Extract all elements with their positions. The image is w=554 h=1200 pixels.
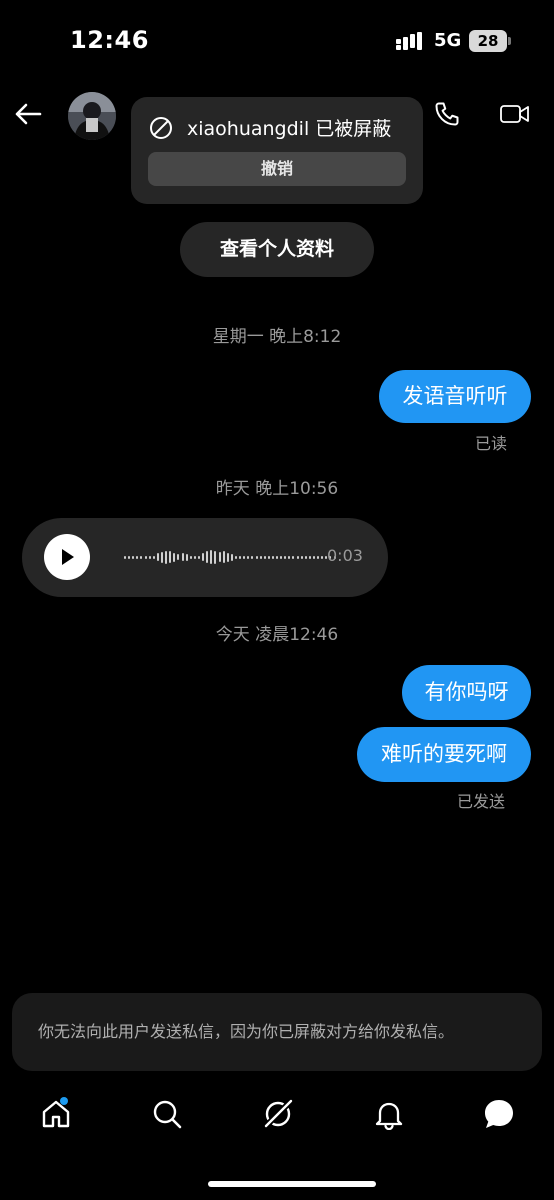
blocked-popup: xiaohuangdil 已被屏蔽 撤销 [131,97,423,204]
waveform-bar [243,555,246,559]
waveform-bar [218,552,221,562]
arrow-left-icon [15,103,42,125]
network-type: 5G [434,30,462,51]
waveform-bar [288,555,291,559]
voice-call-button[interactable] [430,97,464,131]
battery-cap [508,37,511,45]
tab-search[interactable] [147,1094,187,1134]
waveform-bar [267,555,270,559]
tab-notifications[interactable] [369,1094,409,1134]
waveform-bar [304,555,307,559]
back-button[interactable] [12,96,44,132]
video-call-button[interactable] [496,97,534,131]
waveform-bar [206,551,209,563]
view-profile-button[interactable]: 查看个人资料 [180,222,374,277]
blocked-notice: 你无法向此用户发送私信，因为你已屏蔽对方给你发私信。 [12,993,542,1071]
cellular-signal-icon [396,32,422,50]
timestamp: 昨天 晚上10:56 [215,479,339,499]
waveform-bar [292,555,295,559]
waveform-bar [193,555,196,559]
voice-message: 0:03 [22,518,388,597]
message-bubble[interactable]: 难听的要死啊 [357,727,531,782]
notification-dot [60,1097,68,1105]
waveform-bar [263,555,266,559]
waveform-bar [300,555,303,559]
waveform-bar [140,555,143,559]
waveform-bar [136,555,139,559]
waveform-bar [251,555,254,559]
waveform-bar [181,553,184,561]
tab-grok[interactable] [258,1094,298,1134]
sent-receipt: 已发送 [457,792,506,811]
avatar[interactable] [68,92,116,140]
waveform-bar [152,555,155,559]
messages-icon [485,1100,513,1128]
status-bar: 12:46 5G 28 [0,0,554,80]
waveform-bar [202,553,205,561]
play-icon [62,549,74,565]
waveform-bar [210,550,213,564]
message-bubble[interactable]: 发语音听听 [379,370,531,423]
timestamp: 今天 凌晨12:46 [215,625,339,645]
waveform-bar [132,555,135,559]
waveform-bar [280,555,283,559]
waveform-bar [271,555,274,559]
waveform-bar [128,555,131,559]
voice-duration: 0:03 [327,546,363,565]
phone-icon [435,102,459,126]
grok-icon [263,1098,294,1129]
waveform-bar [185,553,188,561]
block-icon [150,117,172,139]
waveform-bar [177,554,180,560]
waveform-bar [165,550,168,564]
waveform-bar [313,555,316,559]
video-camera-icon [500,105,529,123]
waveform-bar [160,551,163,563]
search-icon [153,1100,182,1129]
waveform-bar [156,553,159,561]
timestamp: 星期一 晚上8:12 [212,327,342,347]
tab-home[interactable] [36,1094,76,1134]
read-receipt: 已读 [475,434,508,453]
notifications-bell-icon [375,1102,403,1130]
waveform-bar [222,551,225,563]
voice-waveform[interactable] [124,546,336,568]
waveform-bar [226,552,229,562]
waveform-bar [296,555,299,559]
waveform-bar [124,555,126,559]
waveform-bar [234,555,237,559]
waveform-bar [308,555,311,559]
waveform-bar [259,555,262,559]
waveform-bar [148,555,151,559]
waveform-bar [239,555,242,559]
waveform-bar [247,555,250,559]
avatar-image [68,92,116,140]
blocked-message: xiaohuangdil 已被屏蔽 [187,118,392,140]
waveform-bar [321,555,324,559]
waveform-bar [276,555,279,559]
waveform-bar [284,555,287,559]
battery-level: 28 [477,32,499,50]
tab-messages[interactable] [479,1094,519,1134]
waveform-bar [189,555,192,559]
waveform-bar [317,555,320,559]
waveform-bar [214,550,217,564]
play-button[interactable] [44,534,90,580]
waveform-bar [144,555,147,559]
waveform-bar [197,555,200,559]
message-bubble[interactable]: 有你吗呀 [402,665,531,720]
battery-icon: 28 [469,30,507,52]
waveform-bar [230,553,233,561]
undo-button[interactable]: 撤销 [148,152,406,186]
waveform-bar [169,551,172,563]
waveform-bar [173,552,176,562]
status-time: 12:46 [70,26,149,54]
waveform-bar [255,555,258,559]
home-indicator[interactable] [208,1181,376,1187]
